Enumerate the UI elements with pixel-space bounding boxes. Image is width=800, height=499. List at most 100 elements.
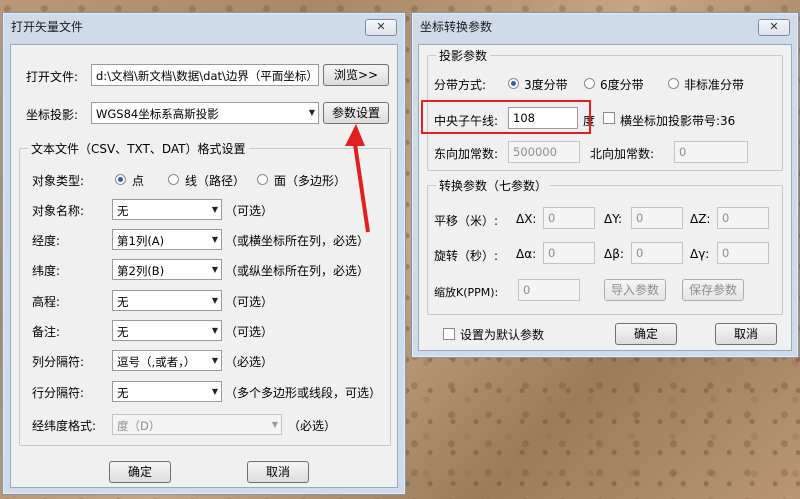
chevron-down-icon: ▼ — [211, 296, 218, 305]
longitude-hint: （或横坐标所在列，必选） — [225, 234, 370, 248]
north-offset-input[interactable]: 0 — [674, 141, 748, 163]
remark-hint: （可选） — [225, 325, 274, 339]
delta-x-label: ΔX: — [516, 212, 537, 226]
delta-z-input[interactable]: 0 — [717, 207, 769, 229]
right-titlebar[interactable]: 坐标转换参数 — [412, 13, 798, 39]
longitude-label: 经度: — [32, 234, 61, 248]
latitude-label: 纬度: — [32, 264, 61, 278]
right-client: 投影参数 分带方式: 3度分带 6度分带 非标准分带 中央子午线: 108 度 … — [418, 44, 792, 351]
coordinate-transform-dialog: 坐标转换参数 ✕ 投影参数 分带方式: 3度分带 6度分带 非标准分带 中央子午… — [411, 12, 799, 358]
chevron-down-icon: ▼ — [271, 420, 278, 429]
column-separator-hint: （必选） — [225, 355, 274, 369]
object-name-label: 对象名称: — [32, 204, 85, 218]
row-separator-hint: （多个多边形或线段，可选） — [225, 386, 382, 400]
param-settings-button[interactable]: 参数设置 — [323, 102, 389, 124]
set-default-checkbox[interactable] — [443, 328, 455, 340]
delta-alpha-input[interactable]: 0 — [543, 242, 595, 264]
radio-polygon-label: 面（多边形） — [274, 174, 347, 188]
import-params-button[interactable]: 导入参数 — [604, 279, 666, 301]
radio-polygon[interactable] — [257, 174, 268, 185]
delta-z-label: ΔZ: — [690, 212, 711, 226]
central-meridian-highlight — [421, 100, 591, 134]
radio-3-degree-zone[interactable] — [508, 78, 519, 89]
seven-params-group: 转换参数（七参数） 平移（米）: ΔX: 0 ΔY: 0 ΔZ: 0 旋转（秒）… — [427, 177, 783, 315]
set-default-label: 设置为默认参数 — [460, 328, 545, 342]
radio-nonstandard-label: 非标准分带 — [684, 78, 745, 92]
remark-select[interactable]: 无 ▼ — [112, 320, 222, 341]
left-titlebar[interactable]: 打开矢量文件 — [3, 13, 405, 39]
object-name-select[interactable]: 无 ▼ — [112, 199, 222, 220]
left-cancel-button[interactable]: 取消 — [247, 461, 309, 483]
text-format-group-title: 文本文件（CSV、TXT、DAT）格式设置 — [28, 140, 249, 157]
latlon-format-hint: （必选） — [288, 419, 337, 433]
row-separator-label: 行分隔符: — [32, 386, 85, 400]
projection-label: 坐标投影: — [26, 108, 79, 122]
radio-nonstandard-zone[interactable] — [668, 78, 679, 89]
east-offset-label: 东向加常数: — [434, 147, 499, 161]
column-separator-value: 逗号（,或者，） — [117, 355, 196, 369]
elevation-hint: （可选） — [225, 295, 274, 309]
delta-beta-input[interactable]: 0 — [631, 242, 683, 264]
latlon-format-select[interactable]: 度（D） ▼ — [112, 414, 282, 435]
right-dialog-title: 坐标转换参数 — [420, 19, 493, 34]
right-close-button[interactable]: ✕ — [758, 19, 790, 36]
projection-params-title: 投影参数 — [436, 47, 491, 64]
right-ok-button[interactable]: 确定 — [615, 323, 677, 345]
open-file-label: 打开文件: — [26, 70, 79, 84]
latitude-select[interactable]: 第2列(B) ▼ — [112, 259, 222, 280]
remark-value: 无 — [117, 325, 129, 339]
radio-6-degree-zone[interactable] — [584, 78, 595, 89]
delta-beta-label: Δβ: — [604, 247, 624, 261]
chevron-down-icon: ▼ — [211, 356, 218, 365]
longitude-value: 第1列(A) — [117, 234, 165, 248]
radio-line[interactable] — [168, 174, 179, 185]
radio-line-label: 线（路径） — [185, 174, 246, 188]
open-vector-file-dialog: 打开矢量文件 ✕ 打开文件: d:\文档\新文档\数据\dat\边界（平面坐标）… — [2, 12, 406, 495]
delta-alpha-label: Δα: — [516, 247, 537, 261]
remark-label: 备注: — [32, 325, 61, 339]
latlon-format-value: 度（D） — [117, 419, 161, 433]
radio-6-degree-label: 6度分带 — [600, 78, 644, 92]
right-cancel-button[interactable]: 取消 — [715, 323, 777, 345]
east-offset-input[interactable]: 500000 — [508, 141, 580, 163]
delta-gamma-input[interactable]: 0 — [717, 242, 769, 264]
save-params-button[interactable]: 保存参数 — [682, 279, 744, 301]
delta-y-input[interactable]: 0 — [631, 207, 683, 229]
row-separator-select[interactable]: 无 ▼ — [112, 381, 222, 402]
text-format-group: 文本文件（CSV、TXT、DAT）格式设置 对象类型: 点 线（路径） 面（多边… — [19, 140, 391, 446]
north-offset-label: 北向加常数: — [590, 147, 655, 161]
column-separator-label: 列分隔符: — [32, 355, 85, 369]
object-name-hint: （可选） — [225, 204, 274, 218]
latlon-format-label: 经纬度格式: — [32, 419, 97, 433]
translate-label: 平移（米）: — [434, 214, 499, 228]
column-separator-select[interactable]: 逗号（,或者，） ▼ — [112, 350, 222, 371]
object-type-label: 对象类型: — [32, 174, 85, 188]
browse-button[interactable]: 浏览>> — [323, 64, 389, 86]
radio-point[interactable] — [115, 174, 126, 185]
add-zone-number-checkbox[interactable] — [603, 112, 615, 124]
scale-input[interactable]: 0 — [518, 279, 580, 301]
elevation-label: 高程: — [32, 295, 61, 309]
scale-label: 缩放K(PPM): — [434, 286, 499, 299]
longitude-select[interactable]: 第1列(A) ▼ — [112, 229, 222, 250]
object-name-value: 无 — [117, 204, 129, 218]
chevron-down-icon: ▼ — [211, 205, 218, 214]
projection-select[interactable]: WGS84坐标系高斯投影 ▼ — [91, 102, 319, 124]
latitude-value: 第2列(B) — [117, 264, 165, 278]
projection-value: WGS84坐标系高斯投影 — [96, 107, 219, 121]
elevation-select[interactable]: 无 ▼ — [112, 290, 222, 311]
open-file-path-field[interactable]: d:\文档\新文档\数据\dat\边界（平面坐标） — [91, 64, 319, 86]
row-separator-value: 无 — [117, 386, 129, 400]
chevron-down-icon: ▼ — [211, 387, 218, 396]
seven-params-title: 转换参数（七参数） — [436, 177, 551, 194]
delta-gamma-label: Δγ: — [690, 247, 710, 261]
add-zone-number-label: 横坐标加投影带号:36 — [620, 114, 736, 128]
left-client: 打开文件: d:\文档\新文档\数据\dat\边界（平面坐标） 浏览>> 坐标投… — [10, 44, 398, 488]
delta-x-input[interactable]: 0 — [543, 207, 595, 229]
chevron-down-icon: ▼ — [308, 108, 315, 117]
chevron-down-icon: ▼ — [211, 326, 218, 335]
rotate-label: 旋转（秒）: — [434, 249, 499, 263]
delta-y-label: ΔY: — [604, 212, 622, 226]
left-close-button[interactable]: ✕ — [365, 19, 397, 36]
left-ok-button[interactable]: 确定 — [109, 461, 171, 483]
